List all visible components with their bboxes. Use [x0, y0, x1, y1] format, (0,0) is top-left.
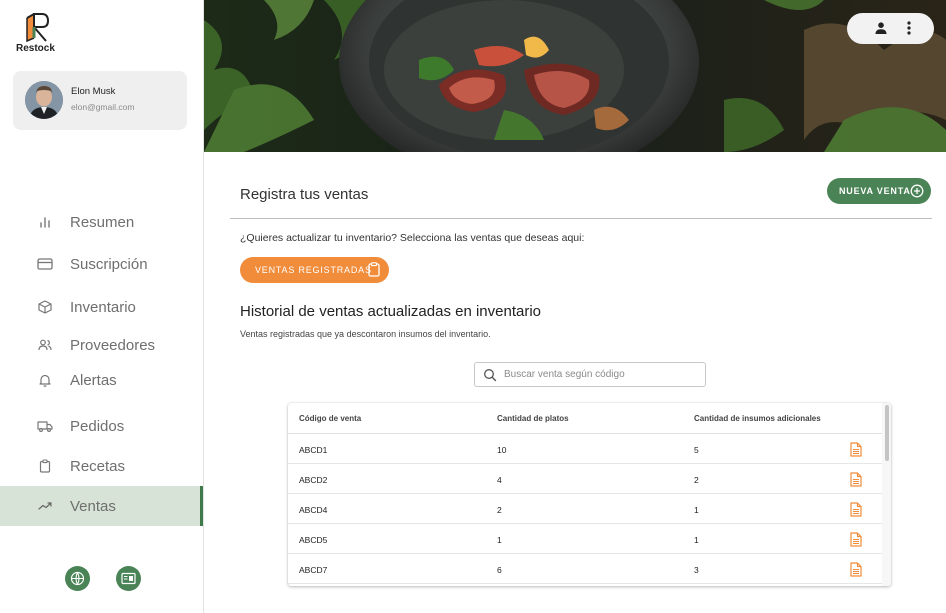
- dish-photo: [204, 0, 946, 152]
- cell-code: ABCD2: [299, 475, 328, 485]
- cell-extra: 3: [694, 565, 699, 575]
- truck-icon: [37, 418, 53, 434]
- logo[interactable]: Restock: [16, 12, 60, 54]
- sidebar-item-resumen[interactable]: Resumen: [0, 202, 203, 242]
- sidebar-item-label: Alertas: [70, 371, 117, 389]
- users-icon: [37, 337, 53, 353]
- sidebar-item-ventas[interactable]: Ventas: [0, 486, 203, 526]
- sidebar-item-alertas[interactable]: Alertas: [0, 360, 203, 400]
- bell-icon: [37, 372, 53, 388]
- language-button[interactable]: [65, 566, 90, 591]
- sidebar-item-suscripcion[interactable]: Suscripción: [0, 244, 203, 284]
- book-icon: [121, 572, 136, 585]
- sidebar-item-proveedores[interactable]: Proveedores: [0, 325, 203, 365]
- globe-icon: [70, 571, 85, 586]
- avatar: [25, 81, 63, 119]
- user-icon[interactable]: [874, 21, 888, 35]
- cell-plates: 10: [497, 445, 507, 455]
- cell-plates: 2: [497, 505, 502, 515]
- app-root: Restock Elon Musk elon@gmail.com Resumen…: [0, 0, 946, 613]
- cell-code: ABCD4: [299, 505, 328, 515]
- document-icon[interactable]: [850, 562, 862, 577]
- cell-extra: 1: [694, 535, 699, 545]
- table-row[interactable]: ABCD7 6 3: [288, 554, 882, 584]
- cell-extra: 1: [694, 505, 699, 515]
- cell-plates: 6: [497, 565, 502, 575]
- profile-email: elon@gmail.com: [71, 102, 135, 112]
- profile-card[interactable]: Elon Musk elon@gmail.com: [13, 71, 187, 130]
- document-icon[interactable]: [850, 532, 862, 547]
- history-title: Historial de ventas actualizadas en inve…: [240, 303, 542, 320]
- credit-card-icon: [37, 256, 53, 272]
- clipboard-icon: [37, 458, 53, 474]
- table-row[interactable]: ABCD1 10 5: [288, 434, 882, 464]
- sidebar-item-label: Pedidos: [70, 417, 125, 435]
- sidebar-item-label: Inventario: [70, 298, 136, 316]
- search-icon: [484, 369, 497, 382]
- history-subtitle: Ventas registradas que ya descontaron in…: [240, 329, 491, 339]
- profile-name: Elon Musk: [71, 86, 116, 97]
- column-header-plates[interactable]: Cantidad de platos: [497, 414, 569, 423]
- scrollbar-thumb[interactable]: [885, 405, 889, 461]
- document-icon[interactable]: [850, 472, 862, 487]
- plus-circle-icon: [910, 184, 924, 198]
- table-row[interactable]: ABCD5 1 1: [288, 524, 882, 554]
- cell-extra: 5: [694, 445, 699, 455]
- cell-code: ABCD7: [299, 565, 328, 575]
- sidebar-item-label: Resumen: [70, 213, 135, 231]
- table-header: Código de venta Cantidad de platos Canti…: [288, 403, 882, 434]
- divider: [230, 218, 932, 219]
- search-input[interactable]: [504, 363, 699, 386]
- cell-extra: 2: [694, 475, 699, 485]
- table-scrollbar[interactable]: [882, 403, 891, 586]
- logo-text: Restock: [16, 43, 55, 54]
- clipboard-icon: [368, 262, 380, 277]
- new-sale-button[interactable]: NUEVA VENTA: [827, 178, 931, 204]
- table-row[interactable]: ABCD4 2 1: [288, 494, 882, 524]
- column-header-code[interactable]: Código de venta: [299, 414, 361, 423]
- bar-chart-icon: [37, 214, 53, 230]
- hero-banner: [204, 0, 946, 152]
- sidebar-item-pedidos[interactable]: Pedidos: [0, 406, 203, 446]
- registered-sales-button[interactable]: VENTAS REGISTRADAS: [240, 257, 389, 283]
- guide-button[interactable]: [116, 566, 141, 591]
- search-box: [474, 362, 706, 387]
- new-sale-label: NUEVA VENTA: [839, 186, 911, 196]
- document-icon[interactable]: [850, 442, 862, 457]
- sidebar-item-label: Suscripción: [70, 255, 148, 273]
- more-vertical-icon[interactable]: [906, 20, 912, 36]
- box-icon: [37, 299, 53, 315]
- column-header-extra[interactable]: Cantidad de insumos adicionales: [694, 414, 821, 423]
- sales-table: Código de venta Cantidad de platos Canti…: [288, 403, 891, 586]
- sidebar-item-recetas[interactable]: Recetas: [0, 446, 203, 486]
- cell-plates: 4: [497, 475, 502, 485]
- user-menu[interactable]: [847, 13, 934, 44]
- cell-code: ABCD5: [299, 535, 328, 545]
- sidebar: Restock Elon Musk elon@gmail.com Resumen…: [0, 0, 204, 613]
- update-prompt: ¿Quieres actualizar tu inventario? Selec…: [240, 232, 585, 244]
- registered-sales-label: VENTAS REGISTRADAS: [255, 265, 372, 275]
- restock-logo-icon: [26, 13, 50, 42]
- sidebar-item-label: Recetas: [70, 457, 126, 475]
- sidebar-item-inventario[interactable]: Inventario: [0, 287, 203, 327]
- page-title: Registra tus ventas: [240, 186, 369, 203]
- main-content: Registra tus ventas NUEVA VENTA ¿Quieres…: [204, 152, 946, 613]
- trending-up-icon: [37, 498, 53, 514]
- cell-code: ABCD1: [299, 445, 328, 455]
- sidebar-item-label: Proveedores: [70, 336, 156, 354]
- document-icon[interactable]: [850, 502, 862, 517]
- sidebar-item-label: Ventas: [70, 497, 116, 515]
- cell-plates: 1: [497, 535, 502, 545]
- table-row[interactable]: ABCD2 4 2: [288, 464, 882, 494]
